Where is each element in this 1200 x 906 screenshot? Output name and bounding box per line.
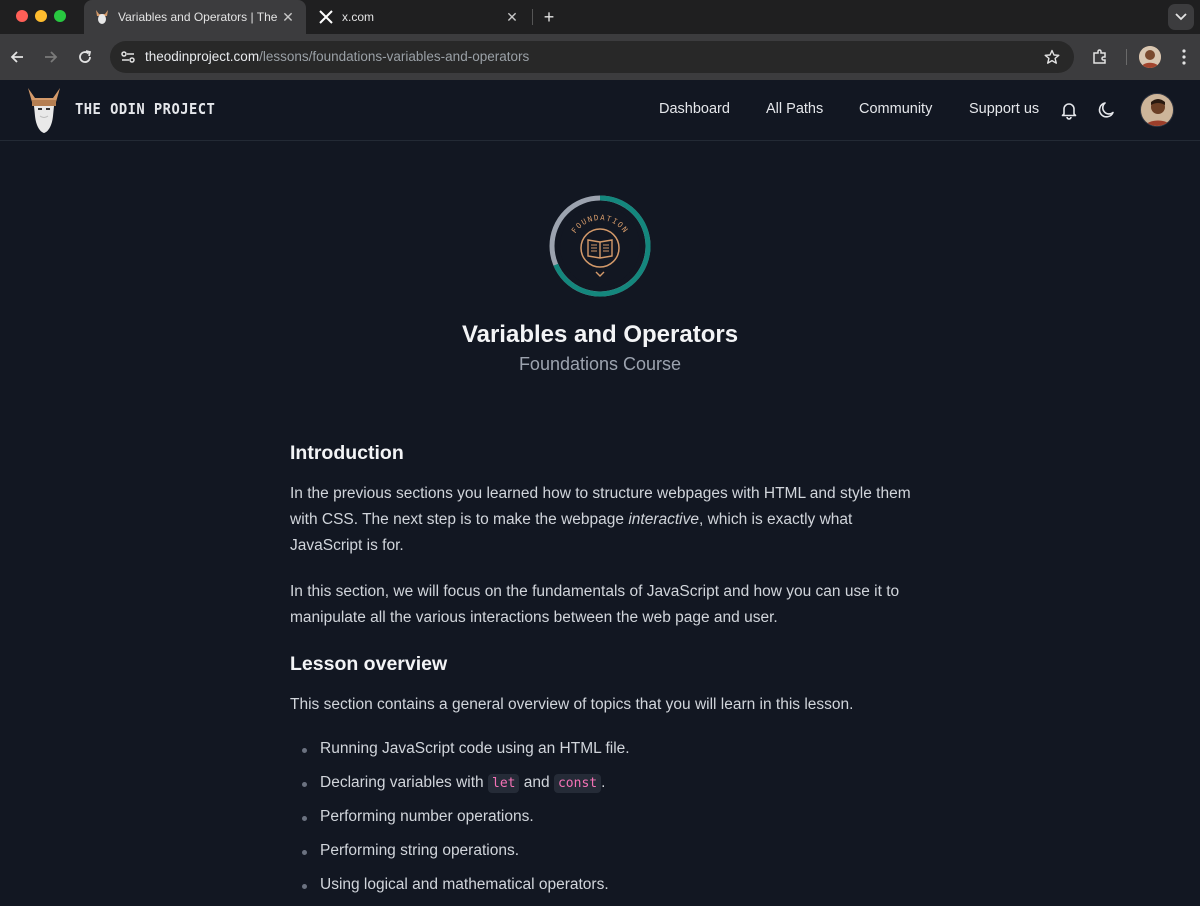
odin-logo[interactable] (26, 86, 62, 134)
overview-list: Running JavaScript code using an HTML fi… (290, 736, 914, 906)
list-item: Using logical and mathematical operators… (290, 872, 914, 906)
forward-button[interactable] (39, 45, 63, 69)
lesson-title: Variables and Operators (461, 321, 739, 348)
browser-tab-active[interactable]: Variables and Operators | The Odin Proje… (84, 0, 306, 34)
tab-title: x.com (342, 10, 375, 24)
list-item-text: . (601, 774, 606, 791)
list-item: Performing number operations. (290, 804, 914, 838)
bookmark-star-icon[interactable] (1042, 47, 1062, 67)
browser-tab-bar: Variables and Operators | The Odin Proje… (0, 0, 1200, 34)
site-header: THE ODIN PROJECT Dashboard All Paths Com… (0, 80, 1200, 141)
window-minimize-button[interactable] (35, 10, 47, 22)
nav-community[interactable]: Community (859, 101, 932, 117)
profile-avatar[interactable] (1139, 46, 1161, 68)
user-avatar[interactable] (1140, 93, 1174, 127)
url-text: theodinproject.com/lessons/foundations-v… (145, 49, 529, 64)
list-item-text: Declaring variables with (320, 774, 488, 791)
notifications-bell-icon[interactable] (1058, 99, 1080, 121)
list-item: Declaring variables with let and const. (290, 770, 914, 804)
puzzle-icon (1093, 49, 1106, 64)
list-item: Running JavaScript code using an HTML fi… (290, 736, 914, 770)
x-favicon-icon (318, 9, 334, 25)
nav-support-us[interactable]: Support us (969, 101, 1039, 117)
theme-toggle-moon-icon[interactable] (1096, 99, 1118, 121)
reload-button[interactable] (73, 45, 97, 69)
tab-close-icon[interactable]: ✕ (280, 9, 296, 25)
arrow-left-icon (10, 51, 23, 63)
lesson-overview-heading[interactable]: Lesson overview (290, 651, 914, 677)
reload-icon (79, 50, 92, 63)
overview-paragraph: This section contains a general overview… (290, 696, 854, 713)
brand-name[interactable]: THE ODIN PROJECT (75, 100, 215, 118)
list-item: Performing string operations. (290, 838, 914, 872)
chevron-down-icon (1175, 13, 1187, 21)
nav-dashboard[interactable]: Dashboard (659, 101, 730, 117)
lesson-content: Introduction In the previous sections yo… (290, 440, 914, 906)
inline-code-let: let (488, 774, 520, 793)
url-path: /lessons/foundations-variables-and-opera… (259, 49, 530, 64)
window-close-button[interactable] (16, 10, 28, 22)
window-zoom-button[interactable] (54, 10, 66, 22)
inline-code-const: const (553, 774, 602, 793)
browser-tab-x[interactable]: x.com ✕ (306, 0, 530, 34)
intro-emphasis: interactive (628, 511, 699, 528)
extensions-button[interactable] (1088, 45, 1112, 69)
list-item-text: and (519, 774, 554, 791)
intro-paragraph-1: In the previous sections you learned how… (290, 481, 914, 559)
more-vertical-icon (1182, 49, 1186, 65)
toolbar-separator (1126, 49, 1127, 65)
tab-close-icon[interactable]: ✕ (504, 9, 520, 25)
tab-separator (532, 9, 533, 25)
introduction-heading[interactable]: Introduction (290, 440, 914, 466)
url-host: theodinproject.com (145, 49, 260, 64)
address-bar[interactable]: theodinproject.com/lessons/foundations-v… (110, 41, 1074, 73)
foundation-course-badge: FOUNDATION (547, 193, 653, 299)
new-tab-button[interactable]: + (538, 6, 560, 28)
odin-favicon-icon (94, 9, 110, 25)
course-name[interactable]: Foundations Course (300, 354, 900, 375)
browser-menu-button[interactable] (1174, 45, 1194, 69)
tab-search-button[interactable] (1168, 4, 1194, 30)
browser-toolbar: theodinproject.com/lessons/foundations-v… (0, 34, 1200, 80)
back-button[interactable] (5, 45, 29, 69)
tab-title: Variables and Operators | The Odin Proje… (118, 10, 278, 24)
nav-all-paths[interactable]: All Paths (766, 101, 823, 117)
intro-paragraph-2: In this section, we will focus on the fu… (290, 583, 900, 626)
arrow-right-icon (45, 51, 58, 63)
site-settings-icon[interactable] (118, 47, 138, 67)
